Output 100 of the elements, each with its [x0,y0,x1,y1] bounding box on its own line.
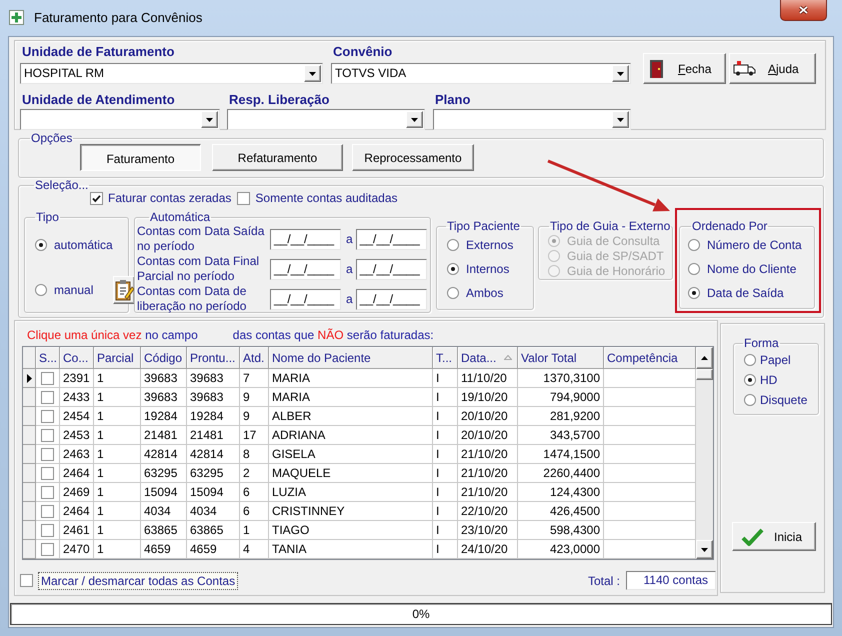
manual-selection-button[interactable] [112,276,135,304]
scroll-thumb[interactable] [696,369,713,380]
table-cell: 598,4300 [518,521,604,540]
help-button[interactable]: Ajuda [729,53,816,84]
column-header[interactable]: Nome do Paciente [269,347,433,369]
table-cell: 2454 [60,407,94,426]
date-field[interactable]: __/__/____ [270,258,341,280]
mode-button[interactable]: Reprocessamento [352,144,474,171]
date-field[interactable]: __/__/____ [356,228,427,250]
scroll-down-button[interactable] [696,540,713,559]
column-header[interactable]: S... [36,347,60,369]
checkbox[interactable] [41,372,54,384]
mode-button[interactable]: Faturamento [80,144,201,171]
scroll-up-button[interactable] [696,347,713,369]
checkbox[interactable] [20,574,33,587]
column-header[interactable]: T... [433,347,458,369]
column-header[interactable]: Valor Total [518,347,604,369]
dropdown-button[interactable] [612,65,629,82]
dropdown-button[interactable] [612,111,629,128]
group-title: Forma [743,336,780,350]
radio-button[interactable] [447,263,459,275]
date-field[interactable]: __/__/____ [270,228,341,250]
option-label[interactable]: Número de Conta [707,238,802,252]
table-cell: 2433 [60,388,94,407]
table-cell: 2463 [60,445,94,464]
dropdown-field[interactable] [227,109,425,130]
checkbox[interactable] [41,466,54,480]
table-cell: 22/10/20 [458,502,518,521]
dropdown-field[interactable]: TOTVS VIDA [331,63,631,84]
checkbox[interactable] [41,542,54,556]
option-label[interactable]: automática [54,238,113,252]
radio-button[interactable] [744,354,756,366]
row-header[interactable] [23,369,36,388]
close-button[interactable] [780,0,827,21]
radio-button[interactable] [447,287,459,299]
table-cell: 2461 [60,521,94,540]
checkbox[interactable] [41,524,54,536]
table-cell: TANIA [269,540,433,559]
table-cell: I [433,388,458,407]
clipboard-icon [114,279,134,301]
caret-down-icon [617,72,624,76]
window-title: Faturamento para Convênios [34,10,202,26]
checkbox[interactable] [41,428,54,442]
checkbox[interactable] [41,486,54,498]
radio-button[interactable] [744,374,756,386]
option-label[interactable]: Disquete [760,393,808,407]
checkbox-label[interactable]: Marcar / desmarcar todas as Contas [38,572,238,590]
dropdown-button[interactable] [201,111,218,128]
mode-button[interactable]: Refaturamento [212,144,343,171]
dropdown-button[interactable] [406,111,423,128]
date-field[interactable]: __/__/____ [356,288,427,310]
checkbox[interactable] [41,448,54,460]
table-cell: GISELA [269,445,433,464]
table-cell: 4034 [187,502,240,521]
checkbox[interactable] [90,192,103,204]
radio-button[interactable] [688,263,700,275]
table-cell: 2 [240,464,269,483]
checkbox-label[interactable]: Somente contas auditadas [255,191,398,205]
checkbox[interactable] [237,192,250,204]
table-cell: 426,4500 [518,502,604,521]
start-button[interactable]: Inicia [732,522,816,551]
radio-button[interactable] [688,287,700,299]
field-label: Unidade de Faturamento [21,44,174,60]
column-header[interactable]: Atd. [240,347,269,369]
close-dialog-button[interactable]: Fecha [643,53,726,84]
column-header[interactable]: Código [141,347,187,369]
column-header[interactable]: Parcial [94,347,141,369]
checkbox[interactable] [41,410,54,422]
date-field[interactable]: __/__/____ [270,288,341,310]
dropdown-field[interactable] [20,109,220,130]
field-label: Convênio [332,44,392,60]
table-cell: 423,0000 [518,540,604,559]
option-label[interactable]: Papel [760,353,791,367]
radio-button[interactable] [744,394,756,406]
table-cell: I [433,540,458,559]
radio-button[interactable] [688,239,700,251]
column-header[interactable]: Competência [604,347,696,369]
column-header[interactable]: Data... [458,347,518,369]
table-cell: 17 [240,426,269,445]
option-label[interactable]: manual [54,283,94,297]
dropdown-field[interactable] [433,109,631,130]
checkbox[interactable] [41,504,54,518]
checkbox-label[interactable]: Faturar contas zeradas [108,191,232,205]
radio-button[interactable] [35,284,47,296]
option-label[interactable]: Externos [466,238,514,252]
dropdown-button[interactable] [304,65,321,82]
option-label[interactable]: Data de Saída [707,286,784,300]
option-label[interactable]: Internos [466,262,510,276]
checkbox[interactable] [41,390,54,404]
table-cell: 21481 [141,426,187,445]
table-cell: 63865 [187,521,240,540]
radio-button[interactable] [35,239,47,251]
column-header[interactable]: Prontu... [187,347,240,369]
option-label[interactable]: HD [760,373,778,387]
option-label[interactable]: Ambos [466,286,504,300]
option-label[interactable]: Nome do Cliente [707,262,796,276]
column-header[interactable]: Co... [60,347,94,369]
dropdown-field[interactable]: HOSPITAL RM [20,63,323,84]
date-field[interactable]: __/__/____ [356,258,427,280]
radio-button[interactable] [447,239,459,251]
